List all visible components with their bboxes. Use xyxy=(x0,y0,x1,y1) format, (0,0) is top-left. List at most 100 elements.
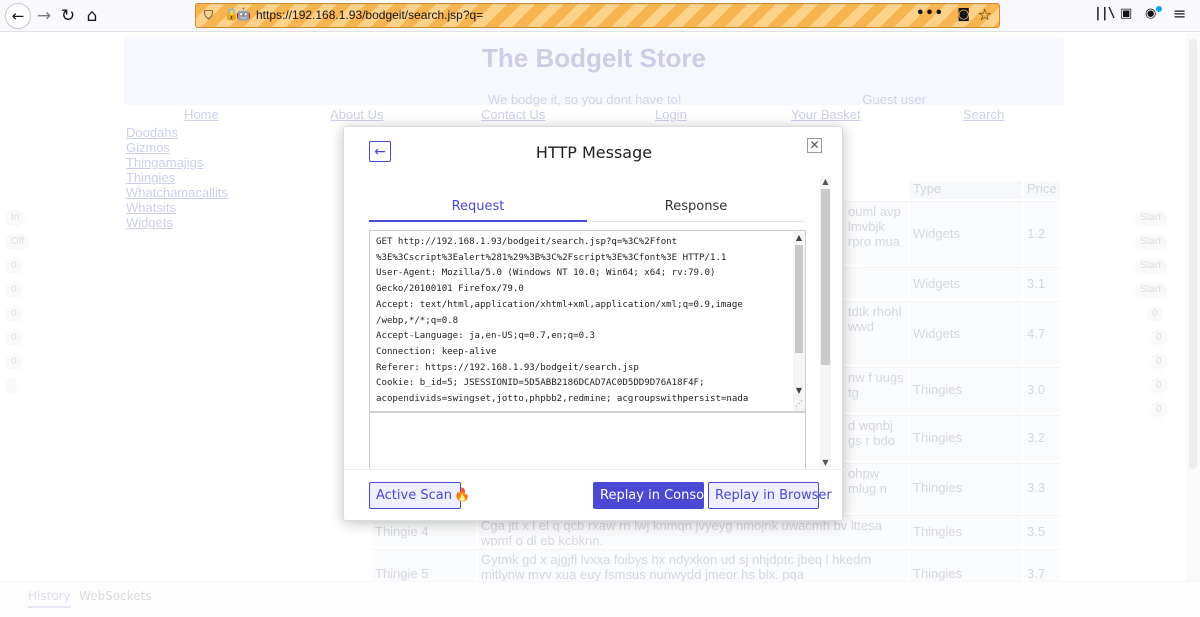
hud-left-pill[interactable]: In xyxy=(5,210,26,226)
history-tab[interactable]: History xyxy=(28,589,71,608)
category-whatsits-link[interactable]: Whatsits xyxy=(126,200,176,215)
hud-right-pill[interactable]: 0 xyxy=(1150,354,1168,370)
pocket-icon[interactable]: ◙ xyxy=(957,7,970,22)
nav-search-link[interactable]: Search xyxy=(963,107,1004,122)
category-doodahs-link[interactable]: Doodahs xyxy=(126,125,178,140)
browser-toolbar: ← → ↻ ⌂ ⛉ 🔒 🤖 https://192.168.1.93/bodge… xyxy=(0,0,1200,32)
store-title: The BodgeIt Store xyxy=(482,43,706,73)
request-line: Connection: keep-alive xyxy=(376,346,497,357)
active-scan-button[interactable]: Active Scan 🔥 xyxy=(369,482,470,509)
category-widgets-link[interactable]: Widgets xyxy=(126,215,173,230)
hud-left-pill[interactable] xyxy=(5,378,17,394)
replay-in-console-button[interactable]: Replay in Console xyxy=(593,482,716,509)
hud-right-pill[interactable]: 0 xyxy=(1146,306,1164,322)
request-line: GET http://192.168.1.93/bodgeit/search.j… xyxy=(376,237,678,247)
store-banner: The BodgeIt Store We bodge it, so you do… xyxy=(124,37,1064,107)
nav-home-link[interactable]: Home xyxy=(184,107,219,122)
replay-in-browser-button[interactable]: Replay in Browser xyxy=(708,482,832,509)
product-type-cell: Widgets xyxy=(910,268,1022,298)
nav-contact-link[interactable]: Contact Us xyxy=(481,107,545,122)
product-type-cell: Thingies xyxy=(910,416,1022,460)
hud-right-pill[interactable]: 0 xyxy=(1150,402,1168,418)
tab-response[interactable]: Response xyxy=(587,198,805,222)
hud-right-pill[interactable]: Start xyxy=(1134,282,1168,298)
product-type-cell: Widgets xyxy=(910,302,1022,364)
chevron-down-icon[interactable]: ▼ xyxy=(793,386,805,395)
request-line: Referer: https://192.168.1.93/bodgeit/se… xyxy=(376,362,639,373)
chevron-up-icon[interactable]: ▲ xyxy=(793,233,805,242)
product-price-cell: 3.2 xyxy=(1024,416,1060,460)
hud-left-pill[interactable]: 0 xyxy=(5,330,23,346)
category-thingamajigs-link[interactable]: Thingamajigs xyxy=(126,155,203,170)
page-scrollbar[interactable] xyxy=(1186,33,1200,581)
sidebar-icon[interactable]: ▣ xyxy=(1120,6,1132,21)
tracking-shield-icon[interactable]: ⛉ xyxy=(204,8,213,23)
hud-right-pill[interactable]: Start xyxy=(1134,234,1168,250)
browser-forward-button[interactable]: → xyxy=(32,4,56,28)
hud-left-pill[interactable]: Off xyxy=(5,234,31,250)
request-line: Accept-Language: ja,en-US;q=0.7,en;q=0.3 xyxy=(376,331,595,342)
scroll-down-icon[interactable]: ▼ xyxy=(820,457,831,468)
hud-right-pill[interactable]: 0 xyxy=(1150,378,1168,394)
dialog-scroll-thumb[interactable] xyxy=(821,189,830,365)
table-header-type: Type xyxy=(910,181,1022,199)
notification-dot-icon xyxy=(1156,6,1162,12)
hud-right-pill[interactable]: Start xyxy=(1134,210,1168,226)
hamburger-menu-icon[interactable]: ≡ xyxy=(1173,4,1186,23)
page-actions-icon[interactable]: ••• xyxy=(916,6,944,21)
product-price-cell: 3.3 xyxy=(1024,464,1060,512)
product-price-cell: 3.1 xyxy=(1024,268,1060,298)
browser-back-button[interactable]: ← xyxy=(5,3,31,29)
dialog-scrollbar[interactable]: ▲ ▼ xyxy=(820,176,831,468)
bookmark-star-icon[interactable]: ☆ xyxy=(978,5,992,24)
browser-home-button[interactable]: ⌂ xyxy=(80,4,104,28)
websockets-tab[interactable]: WebSockets xyxy=(79,589,152,603)
url-text[interactable]: https://192.168.1.93/bodgeit/search.jsp?… xyxy=(256,8,483,22)
resize-handle-icon[interactable]: ⋰ xyxy=(795,399,803,408)
product-price-cell: 1.2 xyxy=(1024,202,1060,264)
product-price-cell: 3.5 xyxy=(1024,516,1060,546)
product-type-cell: Thingies xyxy=(910,368,1022,412)
request-scroll-thumb[interactable] xyxy=(795,245,803,353)
product-price-cell: 3.0 xyxy=(1024,368,1060,412)
request-line: User-Agent: Mozilla/5.0 (Windows NT 10.0… xyxy=(376,268,716,279)
nav-about-link[interactable]: About Us xyxy=(330,107,383,122)
dialog-title: HTTP Message xyxy=(535,143,653,162)
scroll-up-icon[interactable]: ▲ xyxy=(820,176,831,187)
category-whatchamacallits-link[interactable]: Whatchamacallits xyxy=(126,185,228,200)
category-thingies-link[interactable]: Thingies xyxy=(126,170,175,185)
table-header-price: Price xyxy=(1024,181,1060,199)
request-body-textarea[interactable] xyxy=(369,412,806,470)
url-bar[interactable]: ⛉ 🔒 🤖 https://192.168.1.93/bodgeit/searc… xyxy=(195,3,1000,28)
flame-icon: 🔥 xyxy=(453,488,471,503)
request-header-text[interactable]: GET http://192.168.1.93/bodgeit/search.j… xyxy=(376,235,791,408)
nav-basket-link[interactable]: Your Basket xyxy=(791,107,861,122)
product-type-cell: Thingies xyxy=(910,516,1022,546)
category-gizmos-link[interactable]: Gizmos xyxy=(126,140,170,155)
library-icon[interactable]: ||\ xyxy=(1094,6,1116,21)
arrow-left-icon: ← xyxy=(11,6,25,25)
hud-left-pill[interactable]: 0 xyxy=(5,306,23,322)
hud-right-pill[interactable]: 0 xyxy=(1150,330,1168,346)
request-header-textarea[interactable]: GET http://192.168.1.93/bodgeit/search.j… xyxy=(369,230,806,412)
browser-reload-button[interactable]: ↻ xyxy=(56,4,80,28)
remote-control-icon[interactable]: 🤖 xyxy=(236,7,251,21)
request-scrollbar[interactable]: ▲ ▼ xyxy=(793,231,805,411)
active-scan-label: Active Scan xyxy=(376,488,452,503)
request-line: Cookie: b_id=5; JSESSIONID=5D5ABB2186DCA… xyxy=(376,378,705,389)
dialog-close-button[interactable]: ✕ xyxy=(807,138,822,153)
http-message-dialog: ← HTTP Message ✕ ▲ ▼ Request Response GE… xyxy=(343,126,844,521)
hud-left-pill[interactable]: 0 xyxy=(5,354,23,370)
product-type-cell: Widgets xyxy=(910,202,1022,264)
request-line: Accept: text/html,application/xhtml+xml,… xyxy=(376,299,743,310)
hud-left-pill[interactable]: 0 xyxy=(5,258,23,274)
hud-left-pill[interactable]: 0 xyxy=(5,282,23,298)
store-tagline: We bodge it, so you dont have to! xyxy=(488,92,682,107)
hud-footer-bar: History WebSockets xyxy=(0,581,1200,617)
nav-login-link[interactable]: Login xyxy=(655,107,687,122)
page-scroll-thumb[interactable] xyxy=(1189,39,1197,469)
dialog-footer-divider xyxy=(344,469,844,470)
tab-request[interactable]: Request xyxy=(369,198,587,222)
account-icon[interactable]: ◉ xyxy=(1145,6,1156,21)
hud-right-pill[interactable]: Start xyxy=(1134,258,1168,274)
